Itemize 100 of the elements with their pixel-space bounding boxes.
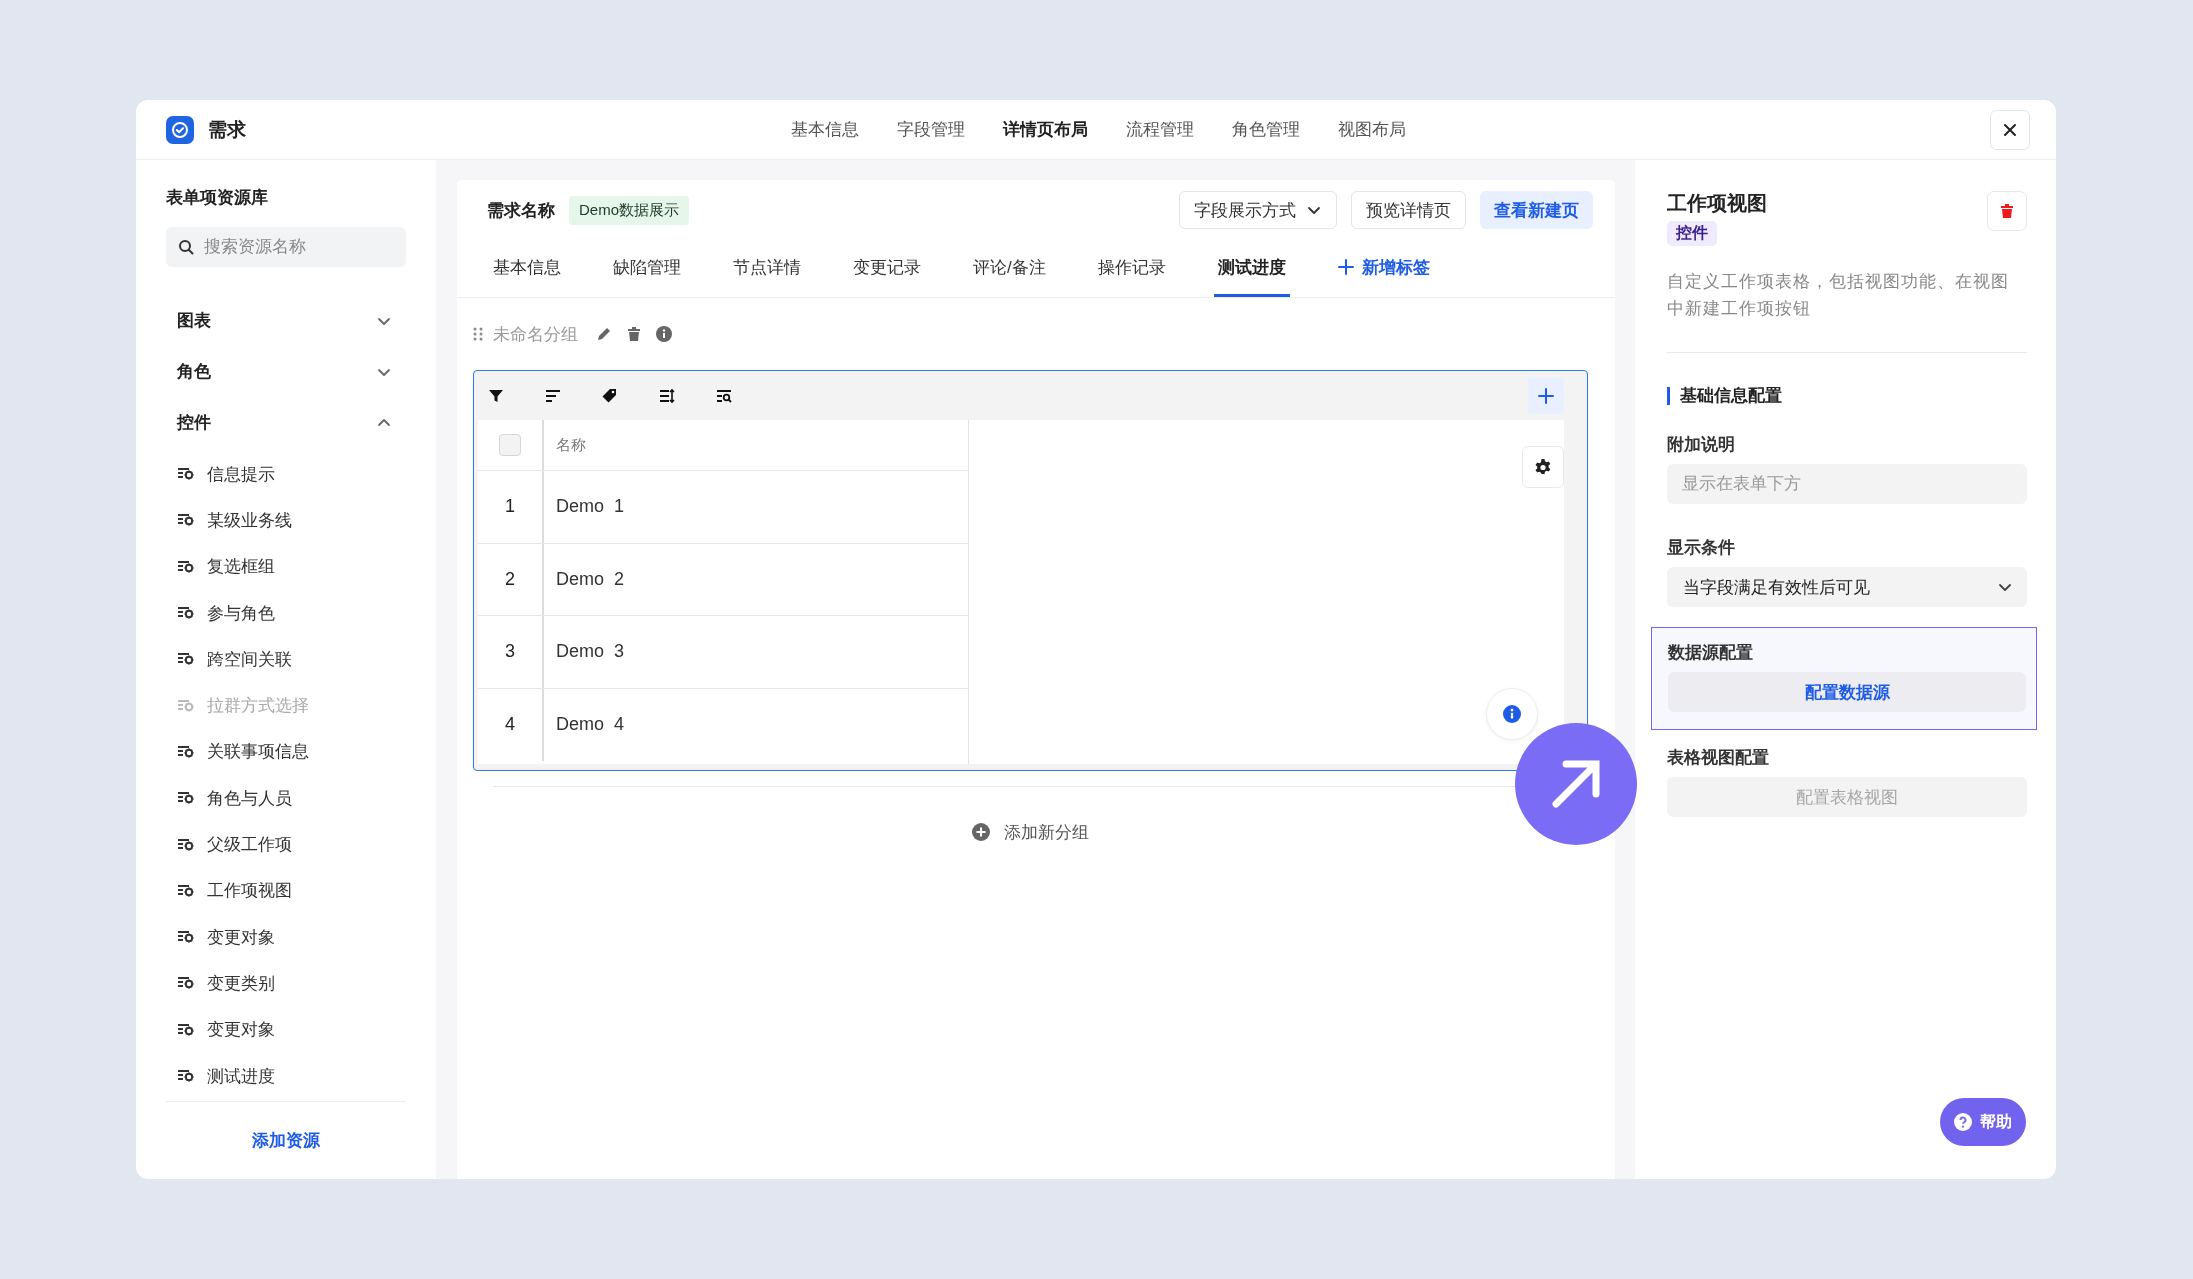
resource-item[interactable]: 测试进度 [166,1052,406,1100]
field-label: 附加说明 [1667,434,1736,456]
add-group-button[interactable]: 添加新分组 [968,814,1093,850]
list-settings-icon [177,743,195,760]
tab[interactable]: 评论/备注 [969,240,1050,297]
group-header[interactable]: 角色 [166,346,406,397]
sort-icon[interactable] [545,387,561,404]
group-header[interactable]: 图表 [166,295,406,346]
nav-tab[interactable]: 视图布局 [1337,114,1406,145]
row-number: 2 [478,543,544,615]
search-list-icon[interactable] [716,387,732,404]
nav-tab[interactable]: 角色管理 [1231,114,1300,145]
settings-button[interactable] [1522,446,1564,488]
list-settings-icon [177,790,195,807]
group-name: 未命名分组 [493,323,578,346]
tab[interactable]: 节点详情 [729,240,805,297]
config-button[interactable]: 配置数据源 [1668,672,2026,712]
delete-button[interactable] [1987,191,2027,231]
list-settings-icon [177,882,195,899]
resource-item[interactable]: 变更类别 [166,960,406,1007]
resource-item[interactable]: 复选框组 [166,543,406,590]
description-text: 自定义工作项表格，包括视图功能、在视图中新建工作项按钮 [1667,271,2010,320]
tab[interactable]: 测试进度 [1213,240,1290,297]
list-settings-icon [177,605,195,622]
nav-tab[interactable]: 详情页布局 [1002,114,1088,145]
field-label: 显示条件 [1667,537,1736,559]
tab[interactable]: 缺陷管理 [609,240,685,297]
window-title: 需求 [208,117,246,142]
search-field[interactable]: 搜索资源名称 [166,227,406,267]
list-settings-icon [177,651,195,668]
search-icon [178,239,194,255]
resource-item[interactable]: 信息提示 [166,451,406,498]
record-label: 需求名称 [487,199,555,222]
field-label: 表格视图配置 [1667,747,1770,769]
tab[interactable]: 操作记录 [1093,240,1170,297]
drag-handle-icon[interactable] [473,327,483,341]
list-settings-icon [177,929,195,946]
tag-icon[interactable] [602,387,618,404]
section-heading: 基础信息配置 [1667,387,2027,405]
help-icon [1954,1113,1972,1131]
tag: Demo数据展示 [569,195,689,225]
help-button[interactable]: 帮助 [1940,1098,2026,1146]
edit-icon[interactable] [596,326,612,342]
resource-item[interactable]: 某级业务线 [166,497,406,544]
group-header[interactable]: 控件 [166,397,406,448]
select-field[interactable]: 当字段满足有效性后可见 [1667,567,2027,607]
resource-item[interactable]: 跨空间关联 [166,636,406,683]
row-number: 4 [478,688,544,761]
close-icon [2003,122,2017,137]
checkbox[interactable] [499,434,521,456]
resource-item[interactable]: 父级工作项 [166,821,406,868]
field-label: 数据源配置 [1668,642,1754,664]
input-field[interactable]: 显示在表单下方 [1667,464,2027,504]
table-cell-text: Demo 1 [555,495,625,519]
plus-circle-icon [972,823,990,841]
list-settings-icon [177,836,195,853]
add-resource-link[interactable]: 添加资源 [252,1129,320,1152]
dropdown-button[interactable]: 字段展示方式 [1179,191,1337,229]
resource-item[interactable]: 变更对象 [166,1006,406,1053]
list-settings-icon [177,558,195,575]
panel-title: 工作项视图 [1667,191,1767,216]
resource-item[interactable]: 参与角色 [166,589,406,637]
trash-icon[interactable] [626,326,642,342]
row-height-icon[interactable] [659,387,675,404]
settings-icon [1534,458,1552,476]
row-number: 1 [478,471,544,543]
list-settings-icon [177,975,195,992]
info-icon[interactable] [656,326,672,342]
add-column-button[interactable] [1528,377,1564,414]
action-button[interactable]: 预览详情页 [1351,191,1466,229]
list-settings-icon [177,1068,195,1084]
close-button[interactable] [1990,109,2030,150]
add-tab-button[interactable]: 新增标签 [1333,240,1434,297]
plus-icon [1337,259,1354,275]
tag: 控件 [1667,221,1717,246]
filter-icon[interactable] [488,387,504,404]
nav-tab[interactable]: 流程管理 [1125,114,1194,145]
nav-tab[interactable]: 字段管理 [896,114,965,145]
list-settings-icon [177,697,195,714]
resource-item[interactable]: 变更对象 [166,913,406,961]
table-cell-text: Demo 3 [555,640,625,664]
trash-icon [1999,203,2015,219]
resource-item[interactable]: 角色与人员 [166,775,406,822]
app-logo-icon [166,115,194,144]
info-button[interactable] [1486,688,1538,740]
column-header: 名称 [555,434,586,455]
list-settings-icon [177,466,195,483]
plus-icon [1538,387,1554,404]
list-settings-icon [177,512,195,529]
nav-tab[interactable]: 基本信息 [790,114,859,145]
list-settings-icon [177,1021,195,1038]
tab[interactable]: 变更记录 [849,240,925,297]
action-button[interactable]: 查看新建页 [1480,191,1593,229]
panel-title: 表单项资源库 [166,187,269,209]
tab[interactable]: 基本信息 [489,240,565,297]
row-number: 3 [478,616,544,688]
resource-item[interactable]: 关联事项信息 [166,728,406,776]
resource-item[interactable]: 工作项视图 [166,867,406,914]
info-icon [1503,705,1521,723]
table-cell-text: Demo 4 [555,713,625,737]
